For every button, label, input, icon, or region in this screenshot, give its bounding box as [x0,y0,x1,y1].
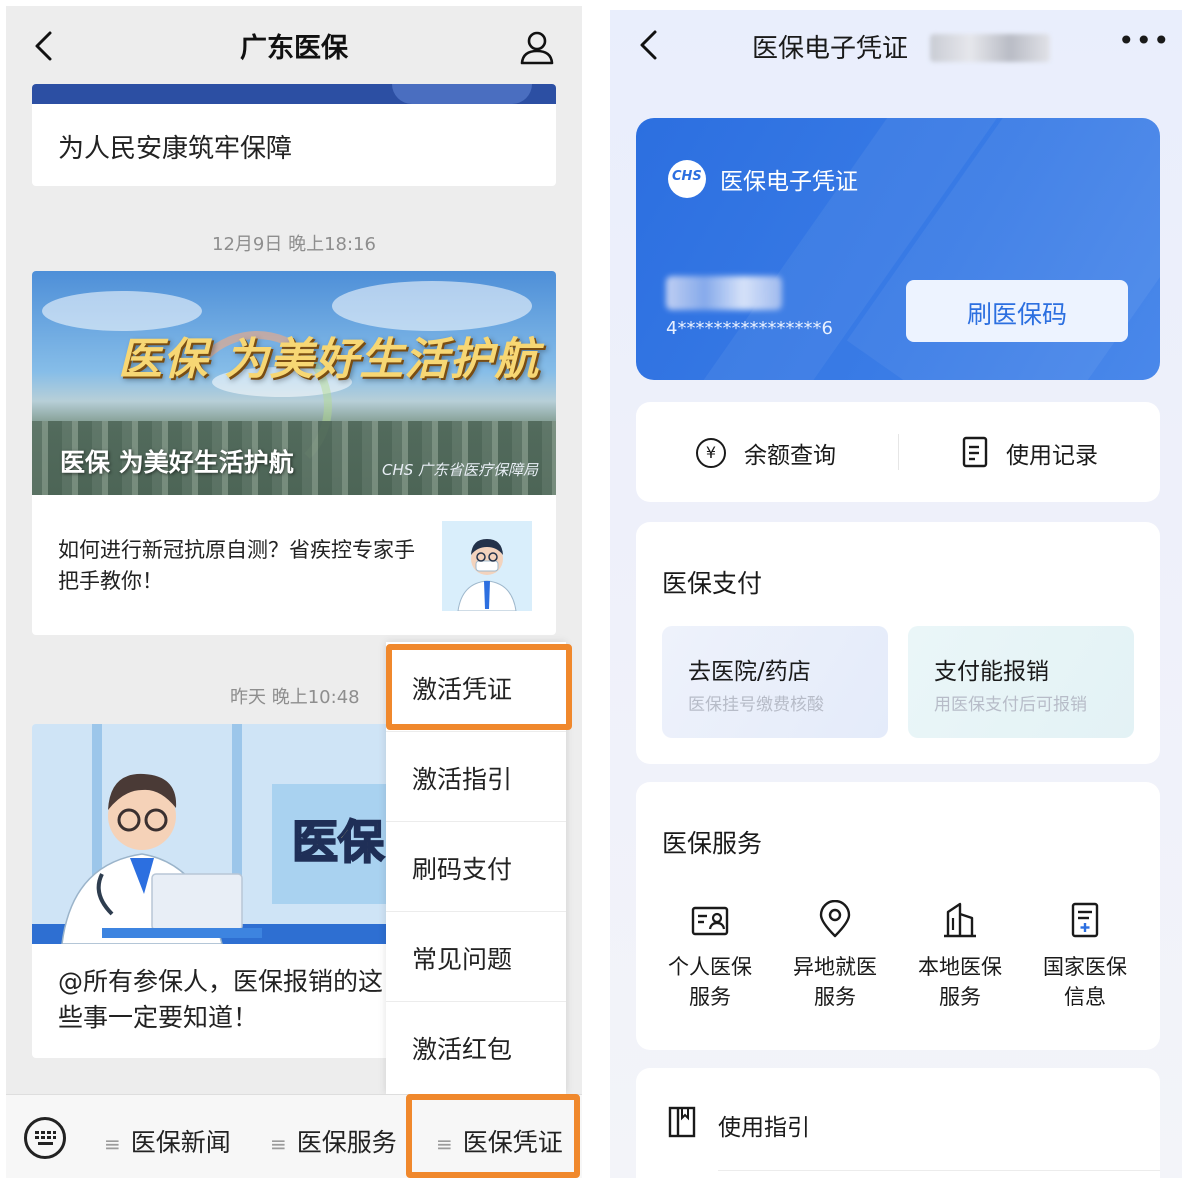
service-label: 信息 [1064,985,1106,1009]
news-banner-image[interactable]: 医保 为美好生活护航 医保 为美好生活护航 CHS 广东省医疗保障局 [32,271,556,495]
tile-subtitle: 医保挂号缴费核酸 [688,695,824,715]
menu-lines-icon: ≡ [104,1132,121,1156]
timestamp: 昨天 晚上10:48 [230,687,360,708]
banner-text: 医保 [292,815,385,869]
service-offsite[interactable]: 异地就医 服务 [773,899,897,1012]
yuan-icon: ¥ [696,438,726,468]
left-header: 广东医保 [6,6,582,86]
news-card[interactable]: 为人民安康筑牢保障 [32,84,556,186]
service-local[interactable]: 本地医保 服务 [898,900,1022,1012]
news-title[interactable]: 如何进行新冠抗原自测？省疾控专家手把手教你！ [58,535,418,597]
news-title[interactable]: @所有参保人，医保报销的这些事一定要知道！ [58,964,398,1036]
back-arrow-icon[interactable] [634,28,664,62]
highlight-box [386,644,572,730]
services-panel: 医保服务 个人医保 服务 异地就医 服务 本地医保 服务 国家医保 信息 [636,782,1160,1050]
menu-item-scan-pay[interactable]: 刷码支付 [386,822,566,912]
service-label: 本地医保 [918,955,1002,979]
banner-slogan: 医保 为美好生活护航 [118,334,540,385]
tab-medical-news[interactable]: ≡ 医保新闻 [104,1123,231,1159]
tab-label: 医保新闻 [130,1128,231,1157]
menu-item-red-packet[interactable]: 激活红包 [386,1002,566,1092]
service-personal[interactable]: 个人医保 服务 [648,900,772,1012]
menu-item-label: 刷码支付 [412,855,513,884]
service-label: 服务 [939,985,981,1009]
document-icon [1071,902,1099,938]
chs-logo-icon: CHS [668,160,706,198]
card-title: 医保电子凭证 [720,169,858,195]
doctor-thumbnail [442,521,532,611]
banner-logo: CHS 广东省医疗保障局 [382,461,539,479]
service-national-info[interactable]: 国家医保 信息 [1023,900,1147,1012]
menu-item-label: 常见问题 [412,945,513,974]
banner-caption: 医保 为美好生活护航 [60,448,294,477]
show-qr-code-button[interactable]: 刷医保码 [906,280,1128,342]
tile-title: 支付能报销 [934,659,1049,685]
id-card-icon [691,906,729,936]
hospital-pharmacy-tile[interactable]: 去医院/药店 医保挂号缴费核酸 [662,626,888,738]
user-profile-icon[interactable] [518,28,556,66]
page-title: 医保电子凭证 [752,34,909,64]
keyboard-icon[interactable] [24,1117,66,1159]
service-label: 个人医保 [668,955,752,979]
service-label: 国家医保 [1043,955,1127,979]
section-title: 医保服务 [662,829,763,858]
page-title: 广东医保 [240,33,348,64]
masked-id-number: 4****************6 [666,318,833,339]
usage-guide-link[interactable]: 使用指引 [718,1108,810,1142]
payment-panel: 医保支付 去医院/药店 医保挂号缴费核酸 支付能报销 用医保支付后可报销 [636,522,1160,764]
quick-actions-panel: ¥ 余额查询 使用记录 [636,402,1160,502]
news-title: 为人民安康筑牢保障 [58,134,293,164]
menu-item-faq[interactable]: 常见问题 [386,912,566,1002]
service-label: 服务 [689,985,731,1009]
tab-medical-service[interactable]: ≡ 医保服务 [270,1123,397,1159]
left-phone-screen: 广东医保 为人民安康筑牢保障 12月9日 晚上18:16 医保 为美好生活护航 … [6,6,582,1178]
reimbursable-payment-tile[interactable]: 支付能报销 用医保支付后可报销 [908,626,1134,738]
tile-subtitle: 用医保支付后可报销 [934,695,1087,715]
menu-item-activation-guide[interactable]: 激活指引 [386,732,566,822]
service-label: 异地就医 [793,955,877,979]
guide-panel: 使用指引 [636,1068,1160,1178]
book-icon [668,1106,696,1138]
timestamp: 12月9日 晚上18:16 [212,234,376,255]
news-banner-strip [32,84,556,104]
right-phone-screen: 医保电子凭证 ••• CHS 医保电子凭证 4****************6… [610,10,1182,1178]
balance-query-button[interactable]: 余额查询 [744,436,836,470]
section-title: 医保支付 [662,569,763,598]
service-label: 服务 [814,985,856,1009]
blurred-name [666,276,782,310]
menu-lines-icon: ≡ [270,1132,287,1156]
button-label: 刷医保码 [966,300,1067,329]
location-pin-icon [819,899,851,938]
more-options-icon[interactable]: ••• [1118,24,1171,57]
usage-record-button[interactable]: 使用记录 [1006,436,1098,470]
record-icon [962,436,988,468]
tab-label: 医保服务 [296,1128,397,1157]
tile-title: 去医院/药店 [688,659,811,685]
highlight-box [406,1094,580,1178]
credential-card: CHS 医保电子凭证 4****************6 刷医保码 [636,118,1160,380]
menu-item-label: 激活指引 [412,765,513,794]
menu-item-label: 激活红包 [412,1035,513,1064]
news-card[interactable]: 医保 为美好生活护航 医保 为美好生活护航 CHS 广东省医疗保障局 如何进行新… [32,271,556,635]
building-icon [944,902,976,938]
blurred-region [930,34,1050,62]
